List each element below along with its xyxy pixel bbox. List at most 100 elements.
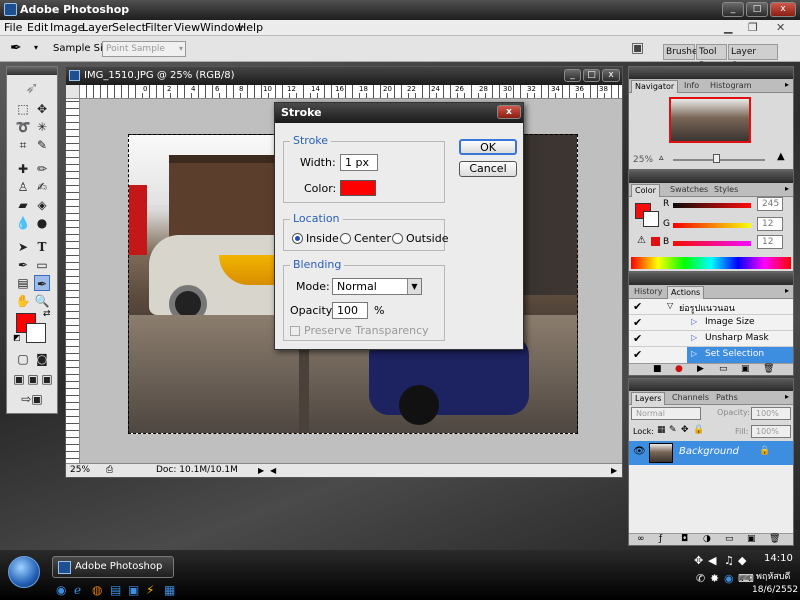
- blend-mode-select[interactable]: Normal: [631, 407, 701, 420]
- layer-row-background[interactable]: 👁 Background 🔒: [629, 441, 793, 465]
- panel-menu-icon[interactable]: ▸: [785, 80, 789, 89]
- tray-language-icon[interactable]: ⌨: [738, 572, 754, 585]
- firefox-icon[interactable]: ◍: [92, 583, 102, 597]
- taskbar-button-photoshop[interactable]: Adobe Photoshop: [52, 556, 174, 578]
- radio-inside-label[interactable]: Inside: [306, 232, 339, 245]
- new-layer-icon[interactable]: ▣: [747, 534, 756, 544]
- tab-layers[interactable]: Layers: [631, 392, 666, 405]
- status-menu-icon[interactable]: ⎙: [106, 464, 113, 477]
- shape-tool-icon[interactable]: ▭: [34, 257, 50, 273]
- type-tool-icon[interactable]: T: [34, 239, 50, 255]
- record-icon[interactable]: ●: [675, 364, 683, 374]
- screen-mode-full-icon[interactable]: ▣: [39, 371, 55, 387]
- healing-brush-tool-icon[interactable]: ✚: [15, 161, 31, 177]
- eyedropper-tool-icon[interactable]: ✒: [34, 275, 50, 291]
- list-item[interactable]: ✔ ▷ Set Selection: [629, 347, 793, 363]
- quick-mask-mode-icon[interactable]: ◙: [34, 351, 50, 367]
- brush-tool-icon[interactable]: ✏: [34, 161, 50, 177]
- gamut-warning-icon[interactable]: ⚠: [637, 235, 646, 246]
- tab-channels[interactable]: Channels: [669, 392, 712, 405]
- panel-header[interactable]: [629, 171, 793, 183]
- tray-updates-icon[interactable]: ◉: [724, 572, 734, 585]
- cancel-button[interactable]: Cancel: [459, 161, 517, 177]
- check-icon[interactable]: ✔: [633, 316, 642, 329]
- layer-name[interactable]: Background: [679, 446, 739, 457]
- color-spectrum-bar[interactable]: [631, 257, 791, 269]
- menu-filter[interactable]: Filter: [145, 21, 172, 34]
- network-icon[interactable]: ▤: [110, 583, 121, 597]
- tray-network-icon[interactable]: ✥: [694, 554, 703, 567]
- clock-time[interactable]: 14:10: [764, 553, 793, 564]
- mode-select[interactable]: Normal ▼: [332, 278, 422, 295]
- blur-tool-icon[interactable]: 💧: [15, 215, 31, 231]
- preserve-transparency-checkbox[interactable]: [290, 326, 300, 336]
- lasso-tool-icon[interactable]: ➰: [15, 119, 31, 135]
- radio-outside[interactable]: [392, 233, 403, 244]
- tray-virus-icon[interactable]: ✸: [710, 572, 719, 585]
- width-field[interactable]: 1 px: [340, 154, 378, 171]
- path-selection-tool-icon[interactable]: ➤: [15, 239, 31, 255]
- tab-color[interactable]: Color: [631, 184, 660, 197]
- menu-help[interactable]: Help: [238, 21, 263, 34]
- lock-position-icon[interactable]: ✥: [681, 425, 689, 435]
- lock-all-icon[interactable]: 🔒: [693, 425, 704, 435]
- history-brush-tool-icon[interactable]: ✍: [34, 179, 50, 195]
- tray-speaker-icon[interactable]: ◀: [708, 554, 716, 567]
- tab-brushes[interactable]: Brushes: [663, 44, 702, 60]
- radio-outside-label[interactable]: Outside: [406, 232, 448, 245]
- dodge-tool-icon[interactable]: ●: [34, 215, 50, 231]
- delete-layer-icon[interactable]: 🗑: [769, 534, 780, 544]
- toolbox-header[interactable]: [7, 67, 57, 75]
- tab-navigator[interactable]: Navigator: [631, 80, 679, 93]
- visibility-eye-icon[interactable]: 👁: [633, 446, 646, 457]
- magic-wand-tool-icon[interactable]: ✳: [34, 119, 50, 135]
- layer-opacity-field[interactable]: 100%: [751, 407, 791, 420]
- menu-select[interactable]: Select: [112, 21, 146, 34]
- dialog-title-bar[interactable]: Stroke x: [275, 103, 523, 123]
- lock-transparency-icon[interactable]: ▦: [657, 425, 666, 435]
- zoom-in-icon[interactable]: ▲: [777, 151, 785, 162]
- document-minimize-button[interactable]: _: [564, 69, 581, 82]
- tab-paths[interactable]: Paths: [713, 392, 741, 405]
- zoom-level[interactable]: 25%: [70, 464, 90, 477]
- tab-swatches[interactable]: Swatches: [667, 184, 711, 197]
- doc-restore-icon[interactable]: ❐: [748, 21, 758, 34]
- tab-actions[interactable]: Actions: [667, 286, 705, 299]
- standard-mode-icon[interactable]: ▢: [15, 351, 31, 367]
- tab-tool-presets[interactable]: Tool Pr: [696, 44, 727, 71]
- menu-edit[interactable]: Edit: [27, 21, 48, 34]
- channel-r-slider[interactable]: [673, 203, 751, 208]
- channel-g-value[interactable]: 12: [757, 217, 783, 231]
- maximize-button[interactable]: □: [746, 2, 768, 17]
- horizontal-ruler[interactable]: 0 2 4 6 8 10 12 14 16 18 20 22 24 26 28 30 32 34 36 38: [80, 85, 622, 99]
- clone-stamp-tool-icon[interactable]: ♙: [15, 179, 31, 195]
- zoom-out-icon[interactable]: ▵: [659, 153, 664, 163]
- status-arrow-icon[interactable]: ▶: [258, 464, 264, 477]
- show-desktop-icon[interactable]: ◉: [56, 583, 66, 597]
- document-maximize-button[interactable]: □: [583, 69, 600, 82]
- radio-inside[interactable]: [292, 233, 303, 244]
- zoom-slider-thumb[interactable]: [713, 154, 720, 163]
- expand-triangle-icon[interactable]: ▷: [691, 349, 697, 358]
- new-action-icon[interactable]: ▣: [741, 364, 750, 374]
- scroll-left-icon[interactable]: ◀: [270, 464, 276, 477]
- list-item[interactable]: ✔ ▷ Image Size: [629, 315, 793, 331]
- tab-layer-comps[interactable]: Layer Comps: [728, 44, 778, 71]
- panel-menu-icon[interactable]: ▸: [785, 286, 789, 295]
- delete-icon[interactable]: 🗑: [763, 364, 774, 374]
- panel-header[interactable]: [629, 273, 793, 285]
- panel-header[interactable]: [629, 379, 793, 391]
- move-tool-icon[interactable]: ✥: [34, 101, 50, 117]
- stop-icon[interactable]: ■: [653, 364, 662, 374]
- menu-view[interactable]: View: [174, 21, 200, 34]
- expand-triangle-icon[interactable]: ▷: [691, 317, 697, 326]
- list-item[interactable]: ✔ ▽ ย่อรูปแนวนอน: [629, 299, 793, 315]
- channel-b-slider[interactable]: [673, 241, 751, 246]
- ruler-origin[interactable]: [66, 85, 80, 99]
- play-icon[interactable]: ▶: [697, 364, 704, 374]
- layer-fill-field[interactable]: 100%: [751, 425, 791, 438]
- stroke-color-swatch[interactable]: [340, 180, 376, 196]
- panel-menu-icon[interactable]: ▸: [785, 184, 789, 193]
- feather-logo-icon[interactable]: ➶: [11, 78, 53, 98]
- expand-triangle-icon[interactable]: ▽: [667, 301, 673, 310]
